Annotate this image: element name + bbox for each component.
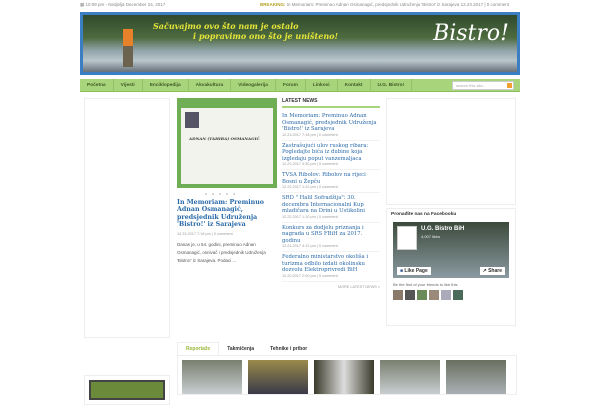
news-title[interactable]: Konkurs za dodjelu priznanja i nagrada u… [282, 225, 380, 245]
thumbnail[interactable] [314, 360, 374, 394]
nav-linkovi[interactable]: Linkovi [306, 78, 338, 92]
news-date: 12.22.2017 1:22 pm [282, 185, 316, 189]
news-title[interactable]: Zastrašujući ulov ruskog ribara: Pogleda… [282, 143, 380, 163]
featured-article: In Memoriam: Preminuo Adnan Osmanagić, p… [177, 199, 277, 265]
nav-akvakultura[interactable]: Akvakultura [189, 78, 232, 92]
friend-avatars [393, 290, 509, 300]
news-comments[interactable]: 0 comment [319, 215, 338, 219]
nav-vijesti[interactable]: Vijesti [114, 78, 143, 92]
facebook-heading: Pronađite nas na Facebooku [391, 212, 457, 217]
thumbnail[interactable] [248, 360, 308, 394]
featured-comments[interactable]: 0 comment [214, 232, 233, 236]
tab-tehnike-i-pribor[interactable]: Tehnike i pribor [262, 343, 315, 355]
right-sidebar-widget [386, 98, 516, 205]
left-sidebar-widget [84, 98, 170, 338]
facebook-friends-text: Be the first of your friends to like thi… [393, 282, 458, 287]
facebook-likes: 4,007 likes [421, 234, 441, 239]
news-item: TVSA Ribolov: Ribolov na rijeci Bosni u … [282, 170, 380, 193]
news-comments[interactable]: 0 comment [319, 274, 338, 278]
card-name: ADNAN (TAHIRA) OSMANAGIĆ [189, 136, 260, 141]
news-title[interactable]: SRD " Halil Sofradžija": 30. decembra In… [282, 195, 380, 215]
facebook-page-avatar[interactable] [397, 226, 417, 250]
news-date: 12.20.2017 2:00 pm [282, 273, 316, 278]
news-date: 12.22.2017 1:10 pm [282, 214, 316, 219]
news-title[interactable]: In Memoriam: Preminuo Adnan Osmanagić, p… [282, 113, 380, 133]
news-date: 12.21.2017 4:12 pm [282, 244, 316, 248]
breaking-date: 12.23.2017 [460, 2, 484, 7]
portrait-photo [185, 112, 199, 128]
featured-date: 12.23.2017 7:18 pm [177, 232, 211, 237]
nav-kontakt[interactable]: Kontakt [338, 78, 371, 92]
news-comments[interactable]: 0 comment [319, 185, 338, 189]
news-comments[interactable]: 0 comment [319, 133, 338, 137]
facebook-page-name[interactable]: U.G. Bistro BiH [421, 226, 464, 232]
news-comments[interactable]: 0 comment [319, 244, 338, 248]
main-nav: Početna Vijesti Enciklopedija Akvakultur… [80, 78, 520, 92]
thumbnail[interactable] [182, 360, 242, 394]
like-page-button[interactable]: ■ Like Page [397, 267, 431, 275]
news-comments[interactable]: 0 comment [319, 162, 338, 166]
news-item: Federalno ministarstvo okoliša i turizma… [282, 252, 380, 282]
slogan: Sačuvajmo ovo što nam je ostalo i popravi… [153, 21, 339, 41]
tab-reportaze[interactable]: Reportaže [177, 342, 220, 355]
latest-news: LATEST NEWS In Memoriam: Preminuo Adnan … [282, 98, 380, 289]
latest-news-heading: LATEST NEWS [282, 98, 380, 108]
nav-enciklopedija[interactable]: Enciklopedija [143, 78, 189, 92]
news-title[interactable]: Federalno ministarstvo okoliša i turizma… [282, 254, 380, 274]
facebook-widget: Pronađite nas na Facebooku U.G. Bistro B… [386, 208, 516, 326]
nav-ug-bistro[interactable]: U.G. Bistro! [371, 78, 413, 92]
breaking-comments[interactable]: 0 comment [487, 2, 509, 7]
left-sidebar-image-widget [84, 375, 170, 405]
breaking-label: BREAKING: [260, 2, 286, 7]
news-item: In Memoriam: Preminuo Adnan Osmanagić, p… [282, 111, 380, 141]
datetime: 10:09 pm - Nedjelja December 24, 2017 [85, 2, 166, 7]
news-date: 12.23.2017 7:18 pm [282, 132, 316, 137]
fisherman-image [123, 29, 133, 67]
news-date: 12.22.2017 4:30 pm [282, 162, 316, 166]
top-bar: ▦ 10:09 pm - Nedjelja December 24, 2017 … [80, 2, 510, 7]
nav-videogalerija[interactable]: Videogalerija [231, 78, 276, 92]
slider-dots[interactable] [205, 193, 235, 195]
rss-icon[interactable] [507, 83, 512, 88]
share-button[interactable]: ↗ Share [479, 267, 505, 275]
nav-pocetna[interactable]: Početna [80, 78, 114, 92]
news-title[interactable]: TVSA Ribolov: Ribolov na rijeci Bosni u … [282, 172, 380, 185]
thumbnail[interactable] [380, 360, 440, 394]
thumbnail[interactable] [446, 360, 506, 394]
search-input[interactable]: search this site... [452, 81, 514, 90]
site-logo[interactable]: Bistro! [433, 21, 509, 46]
category-tabs: Reportaže Takmičenja Tehnike i pribor [177, 342, 517, 395]
facebook-cover[interactable]: U.G. Bistro BiH 4,007 likes ■ Like Page … [393, 222, 509, 278]
featured-title[interactable]: In Memoriam: Preminuo Adnan Osmanagić, p… [177, 199, 277, 228]
more-latest-news-link[interactable]: MORE LATEST NEWS » [282, 285, 380, 289]
header-banner[interactable]: Sačuvajmo ovo što nam je ostalo i popravi… [80, 12, 520, 75]
featured-excerpt: Danas je, u 54. godini, preminuo Adnan O… [177, 242, 266, 264]
tab-takmicenja[interactable]: Takmičenja [219, 343, 262, 355]
news-item: Zastrašujući ulov ruskog ribara: Pogleda… [282, 141, 380, 170]
breaking-link[interactable]: In Memoriam: Preminuo Adnan Osmanagić, p… [287, 2, 460, 7]
featured-slider-image[interactable]: ADNAN (TAHIRA) OSMANAGIĆ [177, 98, 277, 188]
nav-forum[interactable]: Forum [276, 78, 306, 92]
news-item: SRD " Halil Sofradžija": 30. decembra In… [282, 193, 380, 223]
news-item: Konkurs za dodjelu priznanja i nagrada u… [282, 223, 380, 252]
